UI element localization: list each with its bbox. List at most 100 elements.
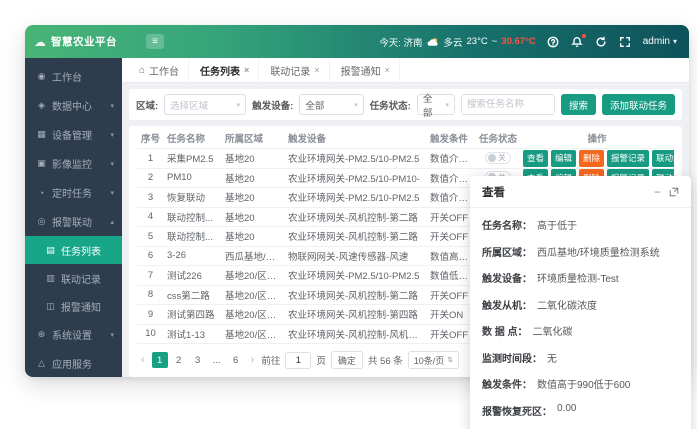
sidebar-nav: ◉ 工作台 ◈ 数据中心 ▾ ▦ 设备管理 ▾ ▣ 影像监控 ▾	[25, 58, 122, 377]
help-circle-icon[interactable]	[547, 35, 560, 48]
page: ☁ 智慧农业平台 ≡ 今天: 济南 多云 23°C ~ 30.67°C	[0, 0, 697, 429]
device-icon: ▦	[36, 129, 47, 140]
page-number[interactable]: 3	[190, 352, 206, 368]
sidebar-item-workbench[interactable]: ◉ 工作台	[25, 62, 122, 91]
weather-widget: 今天: 济南 多云 23°C ~ 30.67°C	[379, 35, 536, 49]
goto-page-input[interactable]	[285, 352, 311, 369]
page-number[interactable]: ...	[209, 352, 225, 368]
detail-field: 任务名称： 高于低于	[482, 217, 679, 232]
hamburger-icon: ≡	[152, 36, 158, 47]
top-navbar: ☁ 智慧农业平台 ≡ 今天: 济南 多云 23°C ~ 30.67°C	[25, 25, 689, 58]
gear-icon: ⊛	[36, 329, 47, 340]
task-list-icon: ▤	[45, 245, 56, 256]
goto-label: 前往	[261, 353, 280, 367]
chevron-down-icon: ▾	[237, 101, 241, 109]
detail-field: 报警恢复死区： 0.00	[482, 403, 679, 418]
sidebar-item-task-list[interactable]: ▤ 任务列表	[25, 236, 122, 264]
page-list: 1 2 3 ... 6	[152, 352, 244, 368]
temp-low: 23°C	[467, 36, 488, 47]
home-icon: ⌂	[139, 65, 145, 76]
notification-badge	[582, 34, 586, 38]
search-input[interactable]	[461, 94, 555, 115]
close-tab-icon[interactable]: ×	[314, 65, 319, 75]
status-filter-label: 任务状态:	[370, 98, 411, 112]
page-suffix: 页	[316, 353, 326, 367]
refresh-icon[interactable]	[595, 35, 608, 48]
goto-confirm-button[interactable]: 确定	[331, 351, 363, 369]
search-button[interactable]: 搜索	[561, 94, 596, 115]
page-number[interactable]: 2	[171, 352, 187, 368]
edit-button[interactable]: 编辑	[551, 150, 576, 167]
weather-city: 今天: 济南	[379, 35, 422, 49]
sidebar-item-scheduled-tasks[interactable]: ◔ 定时任务 ▾	[25, 178, 122, 207]
sidebar-item-device-management[interactable]: ▦ 设备管理 ▾	[25, 120, 122, 149]
add-linkage-task-button[interactable]: 添加联动任务	[602, 94, 675, 115]
page-number[interactable]: 1	[152, 352, 168, 368]
chevron-down-icon: ▾	[673, 37, 677, 46]
toggle-knob	[488, 154, 496, 162]
linkage-records-button[interactable]: 联动记录	[652, 150, 674, 167]
table-header-row: 序号 任务名称 所属区域 触发设备 触发条件 任务状态 操作	[137, 128, 674, 149]
updown-arrows-icon: ⇅	[447, 356, 453, 364]
task-status-toggle[interactable]: 关	[485, 152, 511, 164]
fullscreen-icon[interactable]	[619, 35, 632, 48]
region-filter-label: 区域:	[136, 98, 158, 112]
trigger-device-select[interactable]: 全部 ▾	[299, 94, 363, 115]
page-number[interactable]: 6	[228, 352, 244, 368]
expand-icon[interactable]	[669, 187, 679, 197]
next-page-icon[interactable]: ›	[249, 354, 257, 366]
user-menu[interactable]: admin ▾	[643, 36, 677, 47]
detail-field: 监测时间段： 无	[482, 350, 679, 365]
sidebar-item-app-services[interactable]: △ 应用服务	[25, 349, 122, 377]
tab-workbench[interactable]: ⌂ 工作台	[130, 58, 189, 83]
chevron-down-icon: ▾	[110, 131, 114, 139]
chevron-down-icon: ▾	[110, 189, 114, 197]
sidebar-item-alarm-notifications[interactable]: ◫ 报警通知	[25, 292, 122, 320]
weather-condition: 多云	[443, 35, 462, 49]
table-row: 1 采集PM2.5 基地20 农业环境网关-PM2.5/10-PM2.5 数值介…	[137, 149, 674, 169]
view-button[interactable]: 查看	[523, 150, 548, 167]
chevron-down-icon: ▾	[110, 160, 114, 168]
data-center-icon: ◈	[36, 100, 47, 111]
brand-name: 智慧农业平台	[51, 34, 117, 49]
alarm-icon: ◎	[36, 216, 47, 227]
sidebar-item-system-settings[interactable]: ⊛ 系统设置 ▾	[25, 320, 122, 349]
notifications-bell-icon[interactable]	[571, 35, 584, 48]
region-select[interactable]: 选择区域 ▾	[164, 94, 246, 115]
detail-field: 触发从机： 二氧化碳浓度	[482, 297, 679, 312]
alarm-records-button[interactable]: 报警记录	[607, 150, 649, 167]
task-status-select[interactable]: 全部 ▾	[417, 94, 455, 115]
delete-button[interactable]: 删除	[579, 150, 604, 167]
sidebar-item-video-monitoring[interactable]: ▣ 影像监控 ▾	[25, 149, 122, 178]
records-icon: ▥	[45, 273, 56, 284]
prev-page-icon[interactable]: ‹	[139, 354, 147, 366]
view-panel-title: 查看	[482, 184, 505, 200]
username: admin	[643, 36, 670, 47]
detail-field: 触发条件： 数值高于990低于600	[482, 376, 679, 391]
detail-field: 数 据 点： 二氧化碳	[482, 323, 679, 338]
filter-bar: 区域: 选择区域 ▾ 触发设备: 全部 ▾ 任务状态: 全部	[129, 89, 682, 120]
detail-field: 触发设备： 环境质量检测-Test	[482, 270, 679, 285]
view-panel-body: 任务名称： 高于低于 所属区域： 西瓜基地/环境质量检测系统 触发设备： 环境质…	[470, 208, 691, 418]
navbar-right: 今天: 济南 多云 23°C ~ 30.67°C	[379, 35, 689, 49]
total-count: 共 56 条	[368, 353, 403, 367]
sidebar-collapse-button[interactable]: ≡	[146, 34, 164, 49]
view-detail-panel: 查看 − 任务名称： 高于低于 所属区域： 西瓜基地/环境质量检测系统	[470, 176, 691, 429]
sun-cloud-icon	[426, 37, 439, 47]
page-size-select[interactable]: 10条/页 ⇅	[408, 351, 459, 369]
sidebar-item-linkage-records[interactable]: ▥ 联动记录	[25, 264, 122, 292]
detail-field: 所属区域： 西瓜基地/环境质量检测系统	[482, 244, 679, 259]
sidebar-item-data-center[interactable]: ◈ 数据中心 ▾	[25, 91, 122, 120]
temp-high: 30.67°C	[501, 36, 535, 47]
notification-icon: ◫	[45, 301, 56, 312]
tab-task-list[interactable]: 任务列表 ×	[191, 58, 259, 83]
sidebar-item-alarm-linkage[interactable]: ◎ 报警联动 ▴	[25, 207, 122, 236]
minimize-icon[interactable]: −	[654, 186, 661, 198]
tab-linkage-records[interactable]: 联动记录 ×	[261, 58, 329, 83]
chevron-down-icon: ▾	[445, 101, 449, 109]
close-tab-icon[interactable]: ×	[385, 65, 390, 75]
tab-alarm-notifications[interactable]: 报警通知 ×	[332, 58, 400, 83]
chevron-up-icon: ▴	[110, 218, 114, 226]
close-tab-icon[interactable]: ×	[244, 65, 249, 75]
tab-bar: ⌂ 工作台 任务列表 × 联动记录 × 报警通知 ×	[122, 58, 689, 83]
